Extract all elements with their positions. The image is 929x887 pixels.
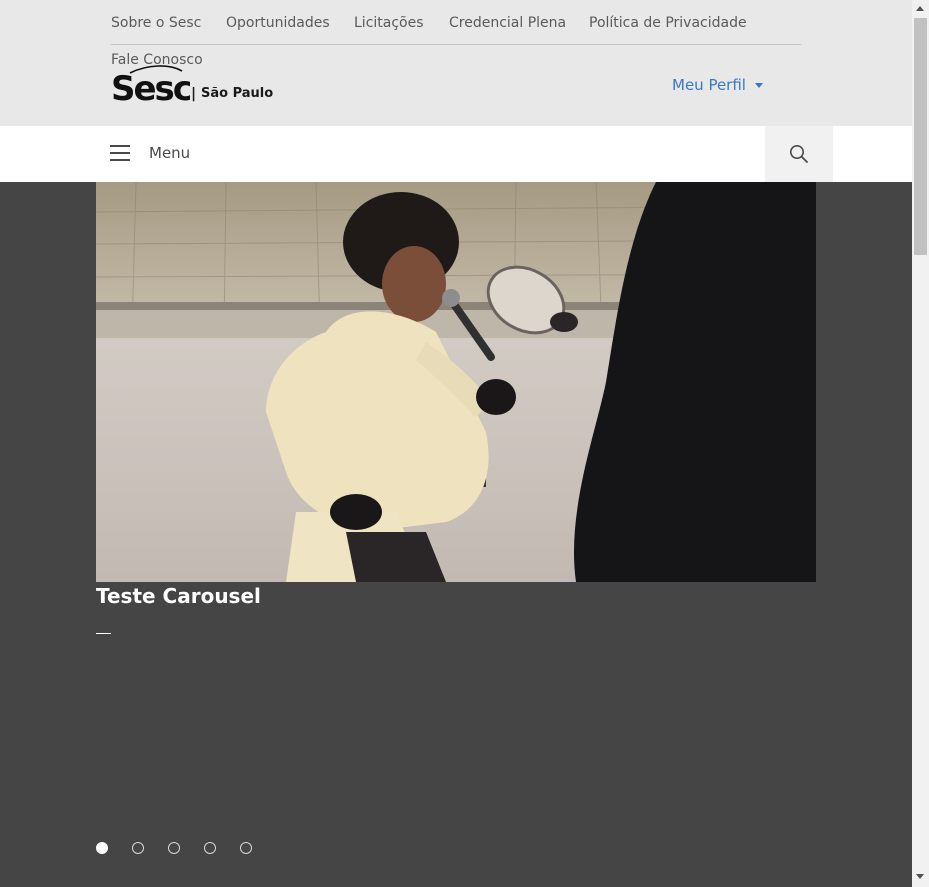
carousel: Teste Carousel: [0, 182, 912, 887]
scroll-thumb[interactable]: [914, 18, 927, 255]
page: Sobre o Sesc Oportunidades Licitações Cr…: [0, 0, 929, 887]
nav-link-sobre-o-sesc[interactable]: Sobre o Sesc: [111, 14, 201, 32]
vertical-scrollbar[interactable]: [912, 0, 929, 887]
nav-link-oportunidades[interactable]: Oportunidades: [226, 14, 330, 32]
carousel-slide-title[interactable]: Teste Carousel: [96, 583, 261, 609]
utility-nav: Sobre o Sesc Oportunidades Licitações Cr…: [111, 0, 801, 45]
carousel-dot-5[interactable]: [240, 842, 252, 854]
hamburger-icon[interactable]: [110, 145, 130, 163]
carousel-dot-3[interactable]: [168, 842, 180, 854]
nav-link-credencial-plena[interactable]: Credencial Plena: [449, 14, 566, 32]
profile-label: Meu Perfil: [672, 76, 746, 94]
top-header: Sobre o Sesc Oportunidades Licitações Cr…: [0, 0, 912, 126]
carousel-dot-1[interactable]: [96, 842, 108, 854]
menu-label[interactable]: Menu: [149, 143, 190, 163]
scroll-up-arrow-icon[interactable]: [916, 6, 924, 11]
title-underline: [96, 633, 111, 634]
nav-link-politica-de-privacidade[interactable]: Política de Privacidade: [589, 14, 747, 32]
carousel-dot-4[interactable]: [204, 842, 216, 854]
search-icon: [790, 145, 808, 163]
carousel-slide-image[interactable]: [96, 182, 816, 582]
sesc-logo-mark: Sesc: [111, 65, 190, 104]
profile-dropdown[interactable]: Meu Perfil: [672, 75, 763, 95]
search-button[interactable]: [765, 126, 833, 182]
logo-separator: |: [191, 86, 197, 102]
nav-link-licitacoes[interactable]: Licitações: [354, 14, 424, 32]
logo-wordmark: Sesc: [111, 69, 190, 104]
caret-down-icon: [754, 82, 763, 88]
singer-photo: [96, 182, 816, 582]
carousel-dot-2[interactable]: [132, 842, 144, 854]
scroll-down-arrow-icon[interactable]: [916, 874, 924, 879]
logo-city: São Paulo: [201, 86, 274, 101]
menu-bar: Menu: [0, 126, 912, 182]
sesc-logo[interactable]: Sesc | São Paulo: [110, 64, 274, 104]
